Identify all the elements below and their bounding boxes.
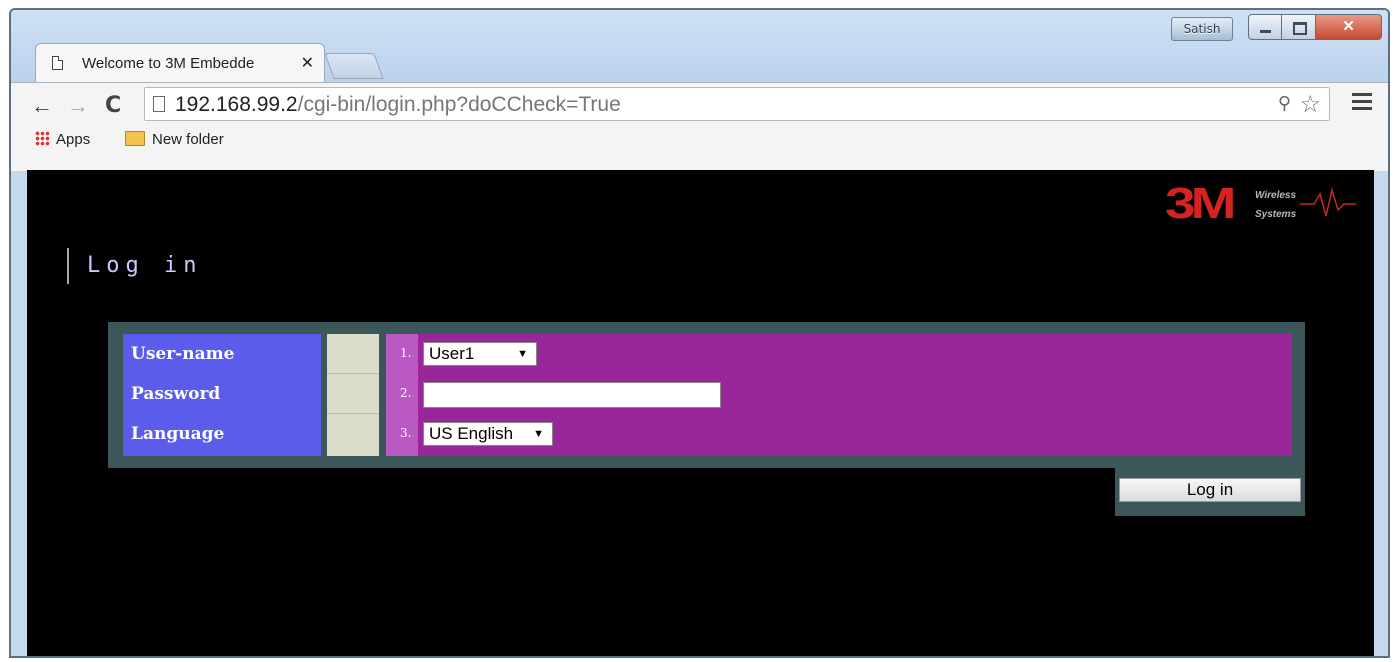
url-text: 192.168.99.2/cgi-bin/login.php?doCCheck=… [175, 93, 621, 117]
bookmark-label: New folder [152, 131, 224, 148]
signal-wave-icon [1300, 187, 1356, 217]
title-bar: Satish ✕ Welcome to 3M Embedde ✕ [11, 10, 1388, 90]
language-label: Language [131, 424, 225, 444]
bookmark-new-folder[interactable]: New folder [125, 131, 224, 148]
page-title: Log in [67, 248, 202, 284]
language-select[interactable]: US English ▼ [423, 422, 553, 446]
spacer-column [327, 334, 379, 456]
input-column: 1. 2. 3. User1 ▼ US English ▼ [386, 334, 1292, 456]
dropdown-arrow-icon: ▼ [517, 348, 528, 360]
page-icon [153, 96, 165, 112]
tab-close-icon[interactable]: ✕ [301, 53, 314, 73]
user-badge[interactable]: Satish [1171, 17, 1233, 41]
close-window-button[interactable]: ✕ [1316, 14, 1382, 40]
close-icon: ✕ [1342, 18, 1355, 35]
bookmark-apps[interactable]: Apps [35, 131, 90, 148]
dropdown-arrow-icon: ▼ [533, 428, 544, 440]
bookmarks-bar: Apps New folder [11, 125, 1388, 155]
login-form: User-name Password Language 1. 2. 3. Use… [108, 322, 1305, 468]
username-value: User1 [429, 344, 475, 363]
page-content: 3M Wireless Systems Log in User-name Pas… [27, 170, 1374, 656]
maximize-button[interactable] [1282, 14, 1316, 40]
login-button-frame: Log in [1115, 468, 1305, 516]
password-label: Password [131, 384, 221, 404]
url-path: /cgi-bin/login.php?doCCheck=True [297, 93, 621, 116]
new-tab-button[interactable] [324, 53, 384, 79]
tab-title: Welcome to 3M Embedde [82, 55, 255, 72]
back-button[interactable]: ← [31, 93, 53, 119]
logo-mark: 3M [1165, 179, 1236, 228]
language-value: US English [429, 424, 514, 443]
bookmark-label: Apps [56, 131, 91, 148]
logo-tagline: Wireless [1255, 190, 1297, 201]
bookmark-star-icon[interactable]: ☆ [1299, 90, 1321, 119]
folder-icon [125, 131, 145, 146]
username-select[interactable]: User1 ▼ [423, 342, 537, 366]
minimize-button[interactable] [1248, 14, 1282, 40]
number-column: 1. 2. 3. [386, 334, 418, 456]
browser-toolbar: ← → C 192.168.99.2/cgi-bin/login.php?doC… [11, 82, 1388, 171]
maximize-icon [1293, 22, 1307, 35]
tab-active[interactable]: Welcome to 3M Embedde ✕ [35, 43, 325, 83]
logo-3m-wireless-systems: 3M Wireless Systems [1165, 179, 1356, 228]
username-label: User-name [131, 344, 235, 364]
password-input[interactable] [423, 382, 721, 408]
login-button[interactable]: Log in [1119, 478, 1301, 502]
minimize-icon [1260, 30, 1271, 33]
zoom-icon[interactable]: ⚲ [1278, 93, 1291, 114]
label-column: User-name Password Language [123, 334, 321, 456]
field-number: 2. [400, 386, 412, 400]
forward-button[interactable]: → [67, 93, 89, 119]
apps-icon [35, 131, 50, 146]
page-icon [52, 56, 63, 70]
browser-window: Satish ✕ Welcome to 3M Embedde ✕ ← → C 1… [9, 8, 1390, 658]
reload-button[interactable]: C [105, 93, 121, 118]
field-number: 3. [400, 426, 412, 440]
address-bar[interactable]: 192.168.99.2/cgi-bin/login.php?doCCheck=… [144, 87, 1330, 121]
logo-tagline: Systems [1255, 209, 1297, 220]
menu-icon[interactable] [1352, 93, 1372, 111]
field-number: 1. [400, 346, 412, 360]
url-host: 192.168.99.2 [175, 93, 298, 116]
